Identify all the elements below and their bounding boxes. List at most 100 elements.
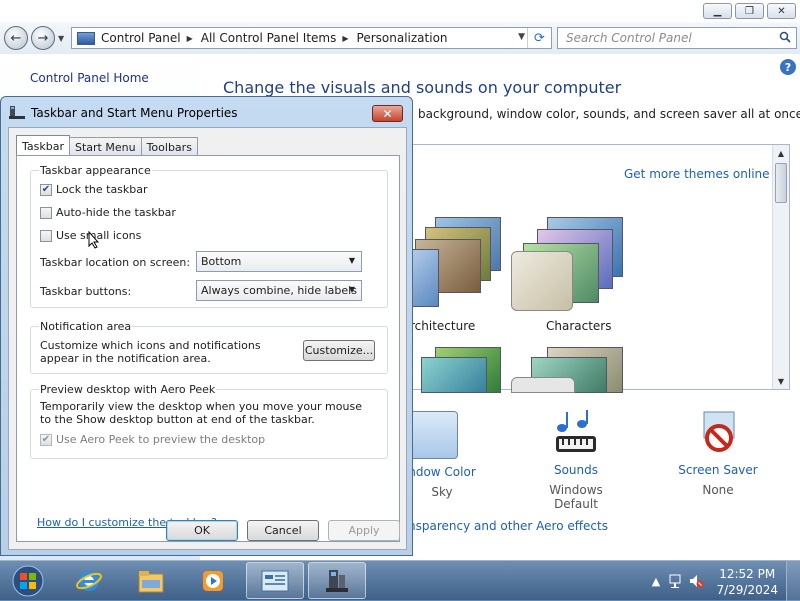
- chevron-down-icon: ▼: [348, 256, 355, 265]
- theme-architecture-label: rchitecture: [410, 319, 476, 333]
- screen-saver-label[interactable]: Screen Saver: [676, 463, 760, 477]
- forward-button[interactable]: →: [31, 26, 55, 50]
- taskbar-location-select[interactable]: Bottom ▼: [196, 251, 362, 272]
- dialog-tabs: Taskbar Start Menu Toolbars: [16, 135, 198, 156]
- dialog-title: Taskbar and Start Menu Properties: [31, 106, 238, 120]
- sounds-item[interactable]: Sounds Windows Default: [526, 408, 626, 511]
- taskbar-location-label: Taskbar location on screen:: [40, 256, 191, 269]
- address-bar[interactable]: Control Panel ▶ All Control Panel Items …: [71, 27, 552, 49]
- ok-button[interactable]: OK: [166, 520, 238, 541]
- back-button[interactable]: ←: [4, 26, 28, 50]
- taskbar-appearance-group: Taskbar appearance ✔ Lock the taskbar Au…: [30, 164, 388, 308]
- volume-muted-icon[interactable]: [688, 573, 704, 589]
- breadcrumb-all-items[interactable]: All Control Panel Items: [201, 31, 337, 45]
- lock-taskbar-label[interactable]: Lock the taskbar: [56, 183, 148, 196]
- start-button[interactable]: [6, 563, 50, 599]
- taskbar-file-explorer[interactable]: [122, 562, 180, 599]
- taskbar-location-value: Bottom: [201, 255, 242, 268]
- sounds-value: Windows Default: [549, 483, 603, 511]
- checkbox-unchecked-icon[interactable]: [40, 206, 52, 219]
- aero-peek-checkbox-label: Use Aero Peek to preview the desktop: [56, 433, 266, 446]
- checkbox-checked-icon[interactable]: ✔: [40, 183, 52, 196]
- taskbar-buttons-value: Always combine, hide labels: [201, 284, 357, 297]
- window-color-label[interactable]: ndow Color: [402, 465, 482, 479]
- theme-characters-label: Characters: [546, 319, 612, 333]
- screen-saver-item[interactable]: Screen Saver None: [676, 408, 760, 497]
- help-icon[interactable]: ?: [780, 59, 796, 75]
- window-color-item[interactable]: ndow Color Sky: [402, 465, 482, 499]
- taskbar-properties-icon: [9, 106, 25, 119]
- breadcrumb-control-panel[interactable]: Control Panel: [101, 31, 181, 45]
- notification-area-label: Notification area: [39, 320, 133, 333]
- refresh-icon[interactable]: ⟳: [527, 28, 551, 48]
- dialog-close-button[interactable]: ✕: [372, 105, 403, 122]
- window-caption-buttons: ▁ ❐ ✕: [703, 3, 796, 19]
- cancel-button[interactable]: Cancel: [247, 520, 319, 541]
- breadcrumb-separator-icon[interactable]: ▶: [342, 34, 348, 43]
- checkbox-unchecked-icon[interactable]: [40, 229, 52, 242]
- chevron-down-icon: ▼: [348, 285, 355, 294]
- window-color-value: Sky: [431, 485, 453, 499]
- windows-logo-icon: [12, 565, 44, 597]
- screen-saver-icon: [703, 411, 735, 452]
- maximize-button[interactable]: ❐: [735, 3, 764, 19]
- taskbar-media-player[interactable]: [184, 562, 242, 599]
- navigation-bar: ← → ▼ Control Panel ▶ All Control Panel …: [0, 22, 800, 54]
- media-player-icon: [203, 570, 223, 591]
- scroll-thumb[interactable]: [775, 163, 787, 203]
- breadcrumb-personalization[interactable]: Personalization: [357, 31, 448, 45]
- internet-explorer-icon: [76, 570, 102, 591]
- taskbar-properties-button[interactable]: [308, 562, 366, 599]
- show-hidden-icons-icon[interactable]: ▲: [648, 573, 664, 589]
- search-icon: [779, 31, 791, 43]
- aero-peek-checkbox: ✔ Use Aero Peek to preview the desktop: [40, 433, 265, 446]
- address-dropdown-icon[interactable]: ▼: [518, 32, 525, 42]
- search-placeholder: Search Control Panel: [566, 31, 692, 45]
- taskbar-buttons-select[interactable]: Always combine, hide labels ▼: [196, 280, 362, 301]
- notification-area-group: Notification area Customize which icons …: [30, 320, 388, 374]
- lock-taskbar-checkbox[interactable]: ✔ Lock the taskbar: [40, 183, 148, 196]
- clock-date: 7/29/2024: [716, 583, 778, 597]
- show-desktop-button[interactable]: [786, 561, 800, 601]
- breadcrumb-separator-icon[interactable]: ▶: [187, 34, 193, 43]
- apply-button: Apply: [328, 520, 400, 541]
- close-icon: ✕: [382, 106, 393, 121]
- theme-list-scrollbar[interactable]: ▲ ▼: [772, 145, 789, 389]
- page-subtitle: background, window color, sounds, and sc…: [418, 107, 800, 121]
- notification-area-description: Customize which icons and notifications …: [40, 339, 261, 365]
- folder-icon: [138, 570, 164, 592]
- scroll-down-icon[interactable]: ▼: [773, 373, 789, 389]
- minimize-button[interactable]: ▁: [703, 3, 732, 19]
- network-icon[interactable]: [668, 573, 684, 589]
- taskbar-internet-explorer[interactable]: [60, 562, 118, 599]
- scroll-up-icon[interactable]: ▲: [773, 145, 789, 161]
- aero-peek-group: Preview desktop with Aero Peek Temporari…: [30, 383, 388, 459]
- tab-start-menu[interactable]: Start Menu: [69, 137, 142, 156]
- tab-taskbar[interactable]: Taskbar: [16, 135, 70, 156]
- tab-toolbars[interactable]: Toolbars: [140, 137, 198, 156]
- recent-pages-dropdown[interactable]: ▼: [58, 34, 64, 43]
- control-panel-home-link[interactable]: Control Panel Home: [30, 71, 149, 85]
- mouse-cursor-icon: [88, 231, 100, 249]
- close-button[interactable]: ✕: [767, 3, 796, 19]
- get-more-themes-link[interactable]: Get more themes online: [624, 167, 770, 181]
- control-panel-icon: [77, 31, 95, 45]
- notification-tray: ▲ 12:52 PM 7/29/2024: [640, 561, 800, 601]
- aero-peek-label: Preview desktop with Aero Peek: [39, 383, 217, 396]
- customize-button[interactable]: Customize...: [303, 340, 375, 361]
- autohide-taskbar-checkbox[interactable]: Auto-hide the taskbar: [40, 206, 176, 219]
- autohide-taskbar-label[interactable]: Auto-hide the taskbar: [56, 206, 176, 219]
- taskbar-properties-icon: [326, 569, 348, 592]
- forward-arrow-icon: →: [37, 30, 49, 46]
- aero-effects-link[interactable]: nsparency and other Aero effects: [408, 519, 608, 533]
- dialog-body: Taskbar Start Menu Toolbars Taskbar appe…: [8, 127, 407, 550]
- screen-saver-value: None: [702, 483, 734, 497]
- system-clock[interactable]: 12:52 PM 7/29/2024: [716, 566, 778, 598]
- taskbar-control-panel[interactable]: [246, 562, 304, 599]
- aero-peek-description: Temporarily view the desktop when you mo…: [40, 400, 362, 426]
- sounds-label[interactable]: Sounds: [526, 463, 626, 477]
- search-input[interactable]: Search Control Panel: [557, 27, 797, 49]
- sounds-icon: [556, 410, 596, 452]
- back-arrow-icon: ←: [10, 30, 22, 46]
- taskbar-buttons-label: Taskbar buttons:: [40, 285, 132, 298]
